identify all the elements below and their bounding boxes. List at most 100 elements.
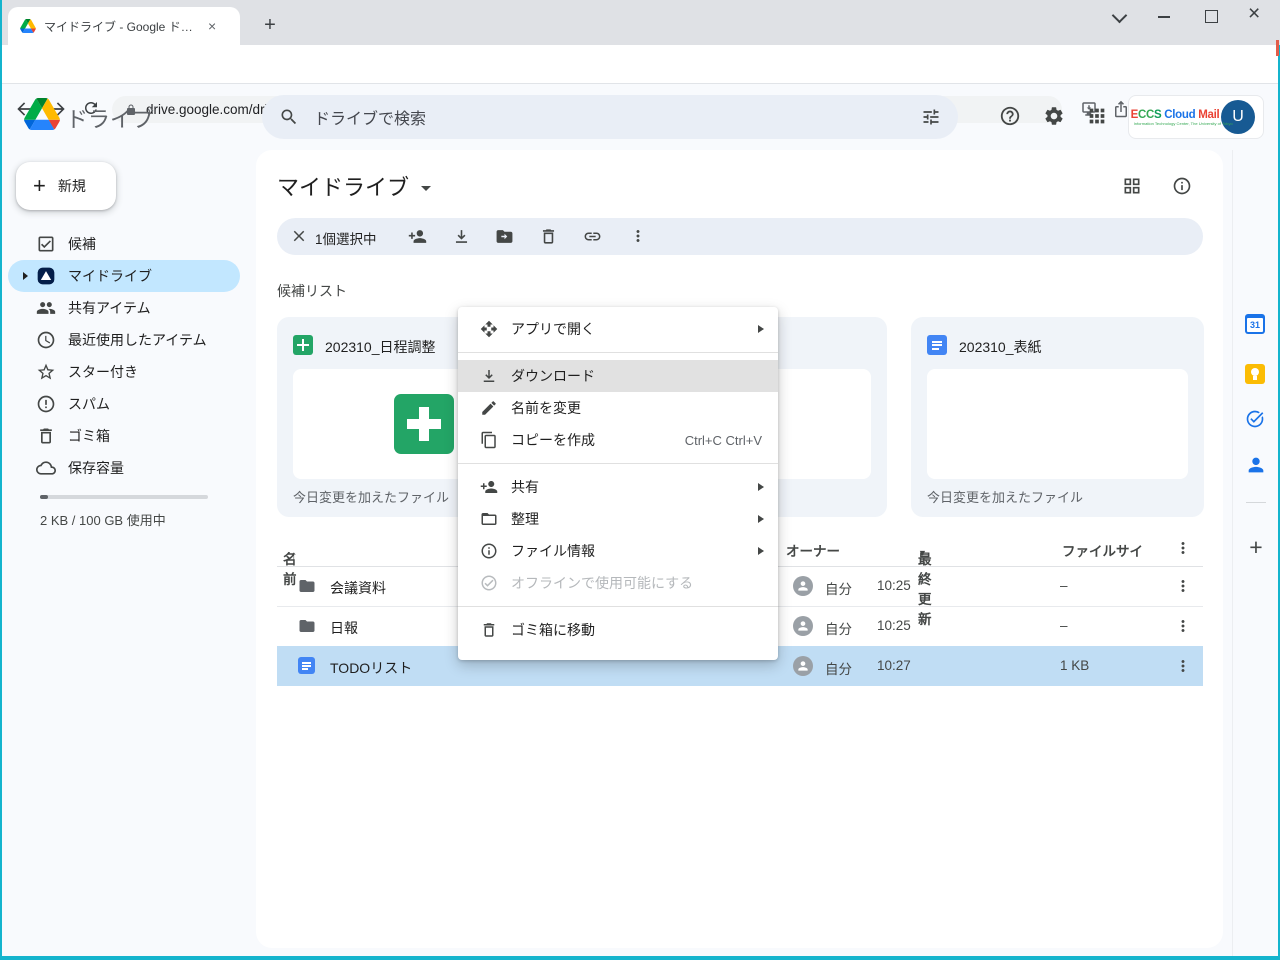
breadcrumb-title[interactable]: マイドライブ [277,170,431,202]
clear-selection-icon[interactable] [290,227,308,245]
sidebar-item-label: スター付き [68,362,138,382]
trash-icon[interactable] [539,227,558,246]
file-size: 1 KB [1060,658,1089,673]
row-more-icon[interactable] [1174,657,1192,675]
row-more-icon[interactable] [1174,617,1192,635]
help-icon[interactable] [999,105,1021,127]
keep-icon[interactable] [1245,364,1265,384]
sidebar-item-trash[interactable]: ゴミ箱 [8,420,240,452]
file-name: 会議資料 [330,578,386,598]
card-preview [927,369,1188,479]
menu-item-person-add[interactable]: 共有 [458,471,778,503]
sidebar-item-recent[interactable]: 最近使用したアイテム [8,324,240,356]
sidebar-item-label: 保存容量 [68,458,124,478]
sidebar-item-my-drive[interactable]: マイドライブ [8,260,240,292]
tasks-icon[interactable] [1245,409,1265,429]
menu-divider [458,352,778,353]
card-title: 202310_表紙 [959,337,1042,357]
menu-item-trash[interactable]: ゴミ箱に移動 [458,614,778,646]
row-more-icon[interactable] [1174,577,1192,595]
menu-item-rename[interactable]: 名前を変更 [458,392,778,424]
copy-icon [480,431,498,449]
new-button[interactable]: + 新規 [16,162,116,210]
browser-tab[interactable]: マイドライブ - Google ドライブ × [8,7,240,45]
trash-icon [36,426,56,446]
sidebar-item-shared[interactable]: 共有アイテム [8,292,240,324]
card-title: 202310_日程調整 [325,337,436,357]
grid-view-icon[interactable] [1122,176,1142,196]
open-with-icon [480,320,498,338]
column-header-size[interactable]: ファイルサイ [1062,540,1143,560]
window-minimize-button[interactable] [1158,16,1170,18]
menu-item-label: ファイル情報 [511,541,758,561]
menu-item-offline: オフラインで使用可能にする [458,567,778,599]
contacts-icon[interactable] [1245,454,1267,476]
download-icon[interactable] [452,227,471,246]
account-badge-subtitle: Information Technology Center, The Unive… [1134,121,1217,126]
window-close-button[interactable]: × [1248,3,1260,24]
sidebar-item-storage[interactable]: 保存容量 [8,452,240,484]
sidebar-item-label: 候補 [68,234,96,254]
menu-item-download[interactable]: ダウンロード [458,360,778,392]
account-avatar[interactable]: U [1221,100,1255,134]
modified-time: 10:25 [877,618,911,633]
column-header-name[interactable]: 名前 ↑ [283,540,291,555]
more-vert-icon[interactable] [629,227,647,245]
plus-icon: + [33,173,46,199]
sidebar-item-label: ゴミ箱 [68,426,110,446]
link-icon[interactable] [583,227,602,246]
window-menu-chevron-icon[interactable] [1112,8,1128,24]
new-tab-button[interactable]: + [258,14,282,38]
sidebar-item-starred[interactable]: スター付き [8,356,240,388]
window-maximize-button[interactable] [1205,10,1218,23]
info-icon [480,542,498,560]
details-info-icon[interactable] [1172,176,1192,196]
menu-item-label: 共有 [511,477,758,497]
selection-count: 1個選択中 [315,228,377,248]
suggested-file-card[interactable]: 202310_表紙今日変更を加えたファイル [911,317,1204,517]
drive-logo-icon[interactable] [24,98,60,130]
folder-open-icon [480,510,498,528]
docs-file-icon [927,335,947,360]
submenu-arrow-icon [758,483,764,491]
search-icon[interactable] [279,107,299,127]
owner-name: 自分 [825,578,852,598]
file-name: 日報 [330,618,358,638]
sidebar-item-suggested[interactable]: 候補 [8,228,240,260]
sidebar-item-spam[interactable]: スパム [8,388,240,420]
expand-arrow-icon[interactable] [23,272,28,280]
get-addons-button[interactable]: + [1233,534,1279,561]
tab-close-icon[interactable]: × [208,19,216,33]
edge-artifact [1276,40,1279,56]
folder-move-icon[interactable] [495,227,514,246]
owner-name: 自分 [825,658,852,678]
screen-edge-bottom [0,956,1280,960]
person-add-icon[interactable] [408,227,427,246]
column-header-owner[interactable]: オーナー [786,540,840,560]
menu-item-label: 整理 [511,509,758,529]
folder-icon [298,617,316,635]
people-icon [36,298,56,318]
menu-item-open-with[interactable]: アプリで開く [458,313,778,345]
search-options-icon[interactable] [921,107,941,127]
account-badge[interactable]: ECCS Cloud Mail Information Technology C… [1128,95,1264,139]
suggested-section-label: 候補リスト [277,281,347,301]
desktop-screen: マイドライブ - Google ドライブ × + × drive.google.… [0,0,1280,960]
menu-item-folder-open[interactable]: 整理 [458,503,778,535]
drive-favicon-icon [20,19,36,33]
card-footer-text: 今日変更を加えたファイル [927,487,1083,506]
file-name: TODOリスト [330,658,412,678]
file-size: – [1060,578,1068,593]
clock-icon [36,330,56,350]
menu-item-info[interactable]: ファイル情報 [458,535,778,567]
doc-icon [298,657,315,679]
apps-grid-icon[interactable] [1086,105,1108,127]
header-more-icon[interactable] [1174,539,1192,557]
menu-item-copy[interactable]: コピーを作成Ctrl+C Ctrl+V [458,424,778,456]
settings-gear-icon[interactable] [1043,105,1065,127]
search-bar[interactable]: ドライブで検索 [262,95,958,139]
calendar-icon[interactable]: 31 [1245,314,1265,334]
modified-time: 10:27 [877,658,911,673]
menu-item-label: ダウンロード [511,366,778,386]
rename-icon [480,399,498,417]
